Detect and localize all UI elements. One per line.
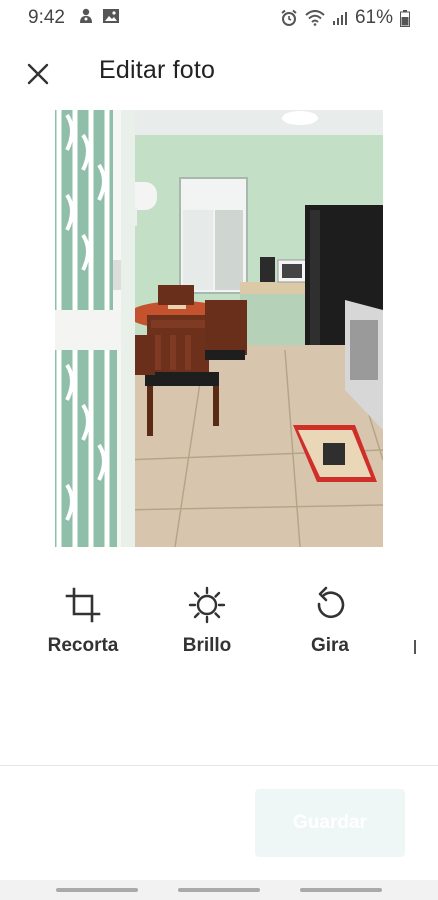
gallery-icon [103,9,119,23]
photo-image [55,110,383,547]
brightness-icon [187,585,227,625]
nav-recents-handle[interactable] [56,888,138,892]
status-bar: 9:42 61% [0,0,438,34]
nav-back-handle[interactable] [300,888,382,892]
crop-icon [63,585,103,625]
close-button[interactable] [20,56,56,92]
notification-app-icon [80,8,92,23]
nav-home-handle[interactable] [178,888,260,892]
save-button[interactable]: Guardar [255,789,405,857]
brightness-tool-label: Brillo [182,635,232,656]
status-right: 61% [280,7,410,29]
battery-icon [400,9,410,27]
crop-tool-button[interactable]: Recorta [28,585,138,657]
edit-tools: Recorta Brillo Gira [0,585,438,675]
rotate-icon [310,585,350,625]
crop-tool-label: Recorta [47,635,119,656]
page-title: Editar foto [99,56,216,84]
rotate-tool-label: Gira [310,635,350,656]
brightness-tool-button[interactable]: Brillo [152,585,262,657]
wifi-icon [305,10,325,26]
status-left-icons [78,7,120,25]
signal-icon [332,12,347,25]
close-icon [27,63,49,85]
battery-percent: 61% [354,7,393,28]
rotate-tool-button[interactable]: Gira [275,585,385,657]
system-nav-bar [0,880,438,900]
alarm-icon [281,9,297,26]
footer-divider [0,765,438,766]
next-tool-edge[interactable] [414,640,416,654]
photo-preview[interactable] [55,110,383,547]
app-header: Editar foto [0,40,438,102]
status-time: 9:42 [28,7,65,28]
